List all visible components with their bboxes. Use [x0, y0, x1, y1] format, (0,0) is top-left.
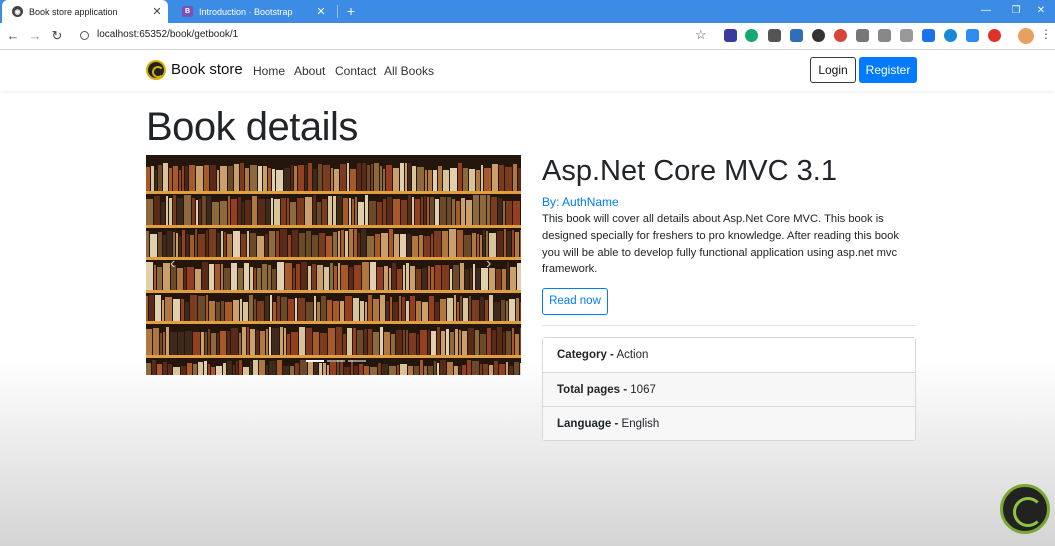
extension-icon[interactable]	[768, 29, 781, 42]
extension-icon[interactable]	[812, 29, 825, 42]
book-image-carousel[interactable]: ‹ ›	[146, 155, 521, 375]
minimize-button[interactable]: —	[970, 0, 1002, 23]
extension-icon[interactable]	[944, 29, 957, 42]
site-navbar: Book store Home About Contact All Books …	[0, 50, 1055, 91]
list-item-language: Language - English	[543, 406, 915, 440]
extension-icon[interactable]	[724, 29, 737, 42]
new-tab-button[interactable]: +	[343, 2, 359, 20]
zoom-icon[interactable]	[966, 29, 979, 42]
adblock-icon[interactable]	[988, 29, 1001, 42]
more-menu-icon[interactable]: ⋮	[1040, 27, 1052, 41]
close-tab-icon[interactable]: ✕	[314, 5, 328, 18]
extension-icon[interactable]	[834, 29, 847, 42]
detail-value: 1067	[630, 384, 656, 396]
book-title: Asp.Net Core MVC 3.1	[542, 155, 837, 187]
book-details-list: Category - Action Total pages - 1067 Lan…	[542, 337, 916, 441]
carousel-indicator[interactable]	[348, 360, 366, 362]
reload-icon[interactable]: ↻	[48, 27, 66, 45]
detail-value: Action	[616, 349, 649, 361]
login-button[interactable]: Login	[810, 57, 856, 83]
close-tab-icon[interactable]: ✕	[150, 5, 164, 18]
tab-title: Introduction · Bootstrap	[199, 6, 293, 17]
nav-all-books[interactable]: All Books	[384, 64, 434, 78]
profile-avatar[interactable]	[1018, 28, 1034, 44]
extension-icon[interactable]	[790, 29, 803, 42]
detail-value: English	[621, 418, 660, 430]
extension-icon[interactable]	[900, 29, 913, 42]
tab-title: Book store application	[29, 6, 118, 17]
carousel-next-icon[interactable]: ›	[486, 255, 491, 273]
nav-home[interactable]: Home	[253, 64, 285, 78]
info-icon[interactable]	[80, 31, 89, 40]
tab-separator	[337, 5, 338, 18]
brand-name[interactable]: Book store	[171, 61, 243, 78]
divider	[542, 325, 916, 326]
address-bar[interactable]: localhost:65352/book/getbook/1	[97, 29, 238, 40]
globe-icon: ◉	[12, 6, 23, 17]
grammarly-icon[interactable]	[745, 29, 758, 42]
book-author[interactable]: By: AuthName	[542, 195, 619, 209]
brand-logo-icon[interactable]	[146, 60, 166, 80]
detail-label: Total pages -	[557, 384, 628, 396]
tab-book-store[interactable]: ◉ Book store application ✕	[2, 0, 168, 23]
page-title: Book details	[146, 105, 358, 149]
carousel-indicator[interactable]	[327, 360, 345, 362]
carousel-indicators	[306, 360, 366, 362]
nav-contact[interactable]: Contact	[335, 64, 376, 78]
register-button[interactable]: Register	[859, 57, 917, 83]
bookmark-star-icon[interactable]: ☆	[695, 27, 707, 43]
detail-label: Category -	[557, 349, 614, 361]
back-icon[interactable]: ←	[4, 27, 22, 45]
detail-label: Language -	[557, 418, 619, 430]
browser-tab-strip: ◉ Book store application ✕ B Introductio…	[0, 0, 1055, 23]
page-content: Book store Home About Contact All Books …	[0, 50, 1055, 546]
nav-about[interactable]: About	[294, 64, 325, 78]
close-window-button[interactable]: ✕	[1025, 0, 1055, 23]
book-description: This book will cover all details about A…	[542, 213, 899, 276]
extension-icon[interactable]	[878, 29, 891, 42]
list-item-total-pages: Total pages - 1067	[543, 372, 915, 406]
bookshelf-image	[146, 155, 521, 375]
forward-icon[interactable]: →	[26, 27, 44, 45]
camera-icon[interactable]	[856, 29, 869, 42]
list-item-category: Category - Action	[543, 338, 915, 372]
bootstrap-icon: B	[182, 6, 193, 17]
read-now-button[interactable]: Read now	[542, 288, 608, 315]
carousel-prev-icon[interactable]: ‹	[170, 255, 175, 273]
browser-toolbar: ← → ↻ localhost:65352/book/getbook/1 ☆ ⋮	[0, 23, 1055, 50]
download-icon[interactable]	[922, 29, 935, 42]
carousel-indicator[interactable]	[306, 360, 324, 362]
channel-logo-icon	[1000, 484, 1050, 534]
tab-bootstrap[interactable]: B Introduction · Bootstrap ✕	[172, 0, 332, 23]
